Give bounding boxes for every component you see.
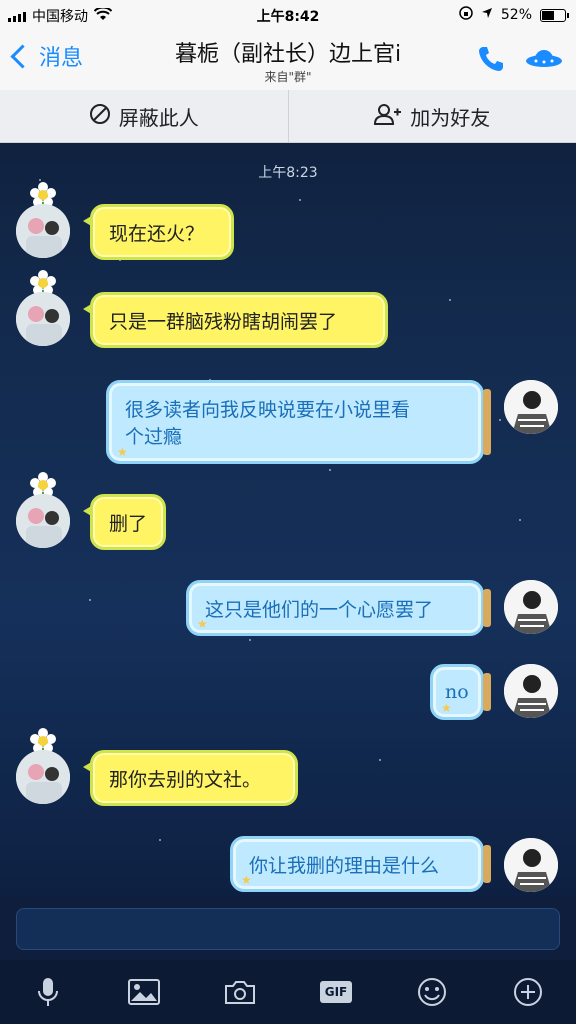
- message-text: 现在还火？: [109, 222, 205, 245]
- message-text: 你让我删的理由是什么: [249, 854, 440, 877]
- message-input[interactable]: [16, 908, 560, 950]
- gif-button[interactable]: GIF: [318, 974, 354, 1010]
- message-bubble[interactable]: 这只是他们的一个心愿罢了 ★: [186, 580, 491, 636]
- star-decoration-icon: ★: [197, 617, 208, 631]
- chevron-left-icon: [10, 43, 35, 69]
- chat-title: 暮栀（副社长）边上官i: [174, 42, 402, 67]
- lock-rotation-icon: [459, 6, 473, 24]
- message-bubble[interactable]: 很多读者向我反映说要在小说里看 个过瘾 ★: [106, 380, 491, 464]
- add-user-icon: [374, 103, 402, 130]
- message-bubble[interactable]: no ★: [430, 664, 491, 720]
- phone-icon[interactable]: [476, 44, 506, 74]
- location-icon: [481, 7, 493, 23]
- block-icon: [89, 103, 111, 130]
- star-decoration-icon: ★: [241, 873, 252, 887]
- status-bar: 中国移动 上午8:42 52%: [0, 0, 576, 30]
- message-text: 只是一群脑残粉瞎胡闹罢了: [109, 310, 338, 333]
- avatar[interactable]: [16, 204, 70, 258]
- avatar[interactable]: [16, 750, 70, 804]
- avatar[interactable]: [504, 838, 558, 892]
- add-friend-label: 加为好友: [410, 105, 491, 130]
- back-label: 消息: [39, 46, 84, 71]
- message-text: 删了: [109, 512, 148, 535]
- star-decoration-icon: ★: [441, 701, 452, 715]
- plus-icon[interactable]: [510, 974, 546, 1010]
- image-icon[interactable]: [126, 974, 162, 1010]
- message-bubble[interactable]: 现在还火？: [83, 204, 234, 260]
- star-decoration-icon: ★: [117, 445, 128, 459]
- bottom-toolbar: GIF: [0, 960, 576, 1024]
- avatar[interactable]: [16, 494, 70, 548]
- message-bubble[interactable]: 你让我删的理由是什么 ★: [230, 836, 491, 892]
- add-friend-button[interactable]: 加为好友: [287, 90, 576, 142]
- input-bar: [0, 896, 576, 960]
- message-text: 这只是他们的一个心愿罢了: [205, 598, 434, 621]
- avatar[interactable]: [504, 580, 558, 634]
- message-timestamp: 上午8:23: [258, 165, 318, 181]
- message-text: no: [445, 681, 469, 703]
- action-bar: 屏蔽此人 加为好友: [0, 90, 576, 143]
- message-text-line-1: 很多读者向我反映说要在小说里看: [125, 399, 411, 421]
- avatar[interactable]: [504, 664, 558, 718]
- message-bubble[interactable]: 只是一群脑残粉瞎胡闹罢了: [83, 292, 388, 348]
- camera-icon[interactable]: [222, 974, 258, 1010]
- avatar[interactable]: [504, 380, 558, 434]
- message-text-line-2: 个过瘾: [125, 426, 183, 448]
- block-user-label: 屏蔽此人: [118, 105, 199, 130]
- block-user-button[interactable]: 屏蔽此人: [0, 90, 288, 142]
- message-text: 那你去别的文社。: [109, 768, 262, 791]
- message-bubble[interactable]: 删了: [83, 494, 166, 550]
- back-button[interactable]: 消息: [10, 40, 83, 72]
- gif-icon: GIF: [319, 981, 353, 1003]
- microphone-icon[interactable]: [30, 974, 66, 1010]
- ufo-icon[interactable]: [524, 46, 564, 70]
- chat-subtitle: 来自"群": [264, 70, 312, 84]
- battery-icon: [540, 8, 569, 22]
- message-bubble[interactable]: 那你去别的文社。: [83, 750, 298, 806]
- emoji-icon[interactable]: [414, 974, 450, 1010]
- navigation-bar: 消息 暮栀（副社长）边上官i 来自"群": [0, 30, 576, 90]
- battery-percent: 52%: [500, 7, 532, 23]
- avatar[interactable]: [16, 292, 70, 346]
